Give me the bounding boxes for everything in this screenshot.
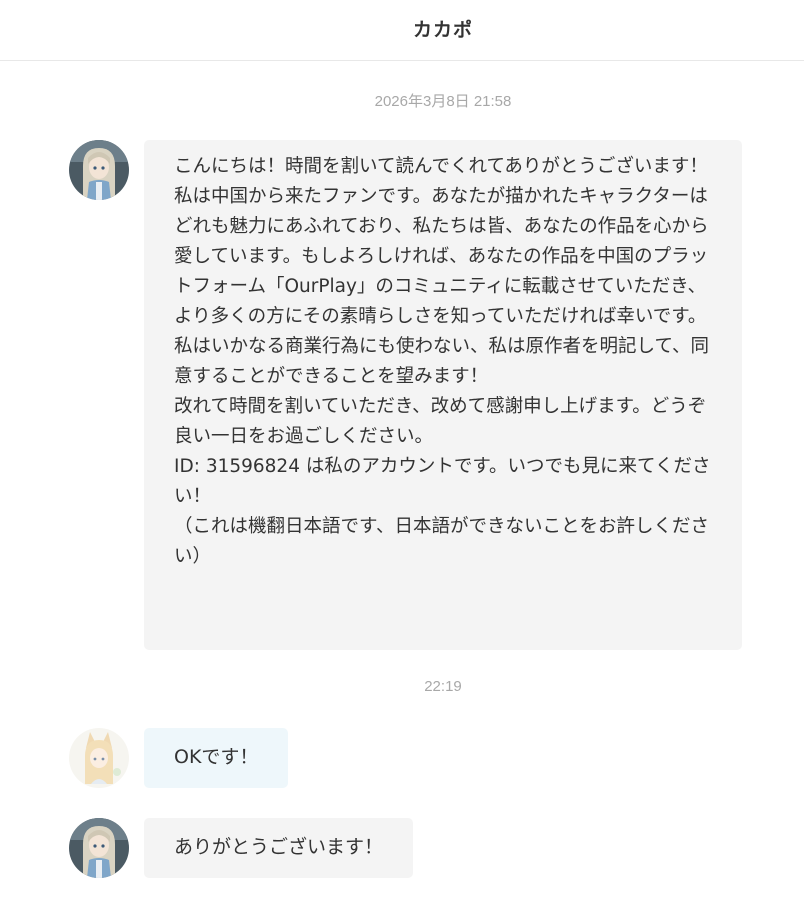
message-bubble-outgoing[interactable]: OKです！: [144, 728, 289, 788]
chat-header: カカポ: [0, 0, 804, 61]
anime-girl-avatar-icon[interactable]: [69, 818, 129, 878]
message-bubble-incoming[interactable]: ありがとうございます！: [144, 818, 414, 878]
conversation-title: カカポ: [412, 19, 473, 41]
fox-girl-avatar-icon[interactable]: [69, 728, 129, 788]
message-timestamp: 22:19: [424, 678, 462, 695]
anime-girl-avatar-icon[interactable]: [69, 140, 129, 200]
message-timestamp: 2026年3月8日 21:58: [374, 93, 512, 110]
message-bubble-incoming[interactable]: こんにちは！時間を割いて読んでくれてありがとうございます！ 私は中国から来たファ…: [144, 140, 742, 650]
